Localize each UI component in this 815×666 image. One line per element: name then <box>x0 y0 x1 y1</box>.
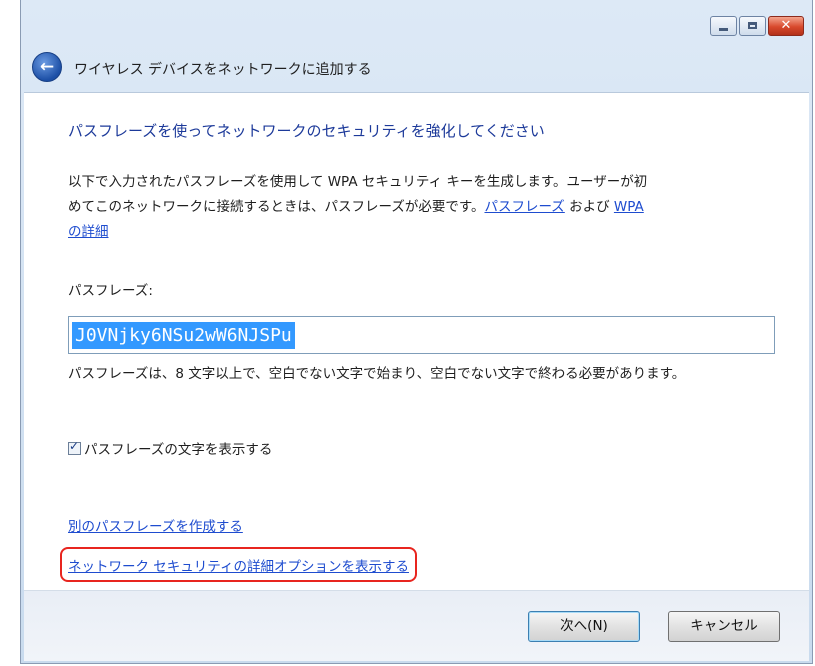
title-bar: ← ワイヤレス デバイスをネットワークに追加する <box>21 42 812 90</box>
close-button[interactable] <box>768 16 804 36</box>
back-arrow-icon[interactable]: ← <box>32 52 62 82</box>
description-and: および <box>564 199 614 215</box>
content-area: パスフレーズを使ってネットワークのセキュリティを強化してください 以下で入力され… <box>24 92 809 591</box>
page-heading: パスフレーズを使ってネットワークのセキュリティを強化してください <box>68 122 545 140</box>
caption-buttons <box>708 16 804 38</box>
passphrase-value: J0VNjky6NSu2wW6NJSPu <box>72 322 295 349</box>
advanced-security-options-link[interactable]: ネットワーク セキュリティの詳細オプションを表示する <box>68 555 409 575</box>
passphrase-label: パスフレーズ: <box>68 283 153 299</box>
passphrase-input[interactable]: J0VNjky6NSu2wW6NJSPu <box>68 316 775 354</box>
minimize-button[interactable] <box>710 16 737 36</box>
create-other-passphrase-link[interactable]: 別のパスフレーズを作成する <box>68 515 243 535</box>
show-chars-label: パスフレーズの文字を表示する <box>84 442 273 458</box>
description-text: 以下で入力されたパスフレーズを使用して WPA セキュリティ キーを生成します。… <box>68 170 768 245</box>
highlight-frame: ネットワーク セキュリティの詳細オプションを表示する <box>60 547 417 582</box>
passphrase-help-link[interactable]: パスフレーズ <box>484 199 564 215</box>
passphrase-hint: パスフレーズは、8 文字以上で、空白でない文字で始まり、空白でない文字で終わる必… <box>68 366 686 382</box>
wpa-help-link-part1[interactable]: WPA <box>614 199 644 215</box>
description-line-2: めてこのネットワークに接続するときは、パスフレーズが必要です。 <box>68 199 485 215</box>
next-button[interactable]: 次へ(N) <box>528 611 640 642</box>
cancel-button[interactable]: キャンセル <box>668 611 780 642</box>
maximize-button[interactable] <box>739 16 766 36</box>
checkbox-checked-icon[interactable] <box>68 439 81 455</box>
window-title: ワイヤレス デバイスをネットワークに追加する <box>74 62 372 78</box>
dialog-window: ← ワイヤレス デバイスをネットワークに追加する パスフレーズを使ってネットワー… <box>20 0 813 664</box>
description-line-1: 以下で入力されたパスフレーズを使用して WPA セキュリティ キーを生成します。… <box>68 174 648 190</box>
button-bar: 次へ(N) キャンセル <box>24 590 809 661</box>
wpa-help-link-part2[interactable]: の詳細 <box>68 224 109 240</box>
show-chars-checkbox-row[interactable]: パスフレーズの文字を表示する <box>68 438 272 458</box>
